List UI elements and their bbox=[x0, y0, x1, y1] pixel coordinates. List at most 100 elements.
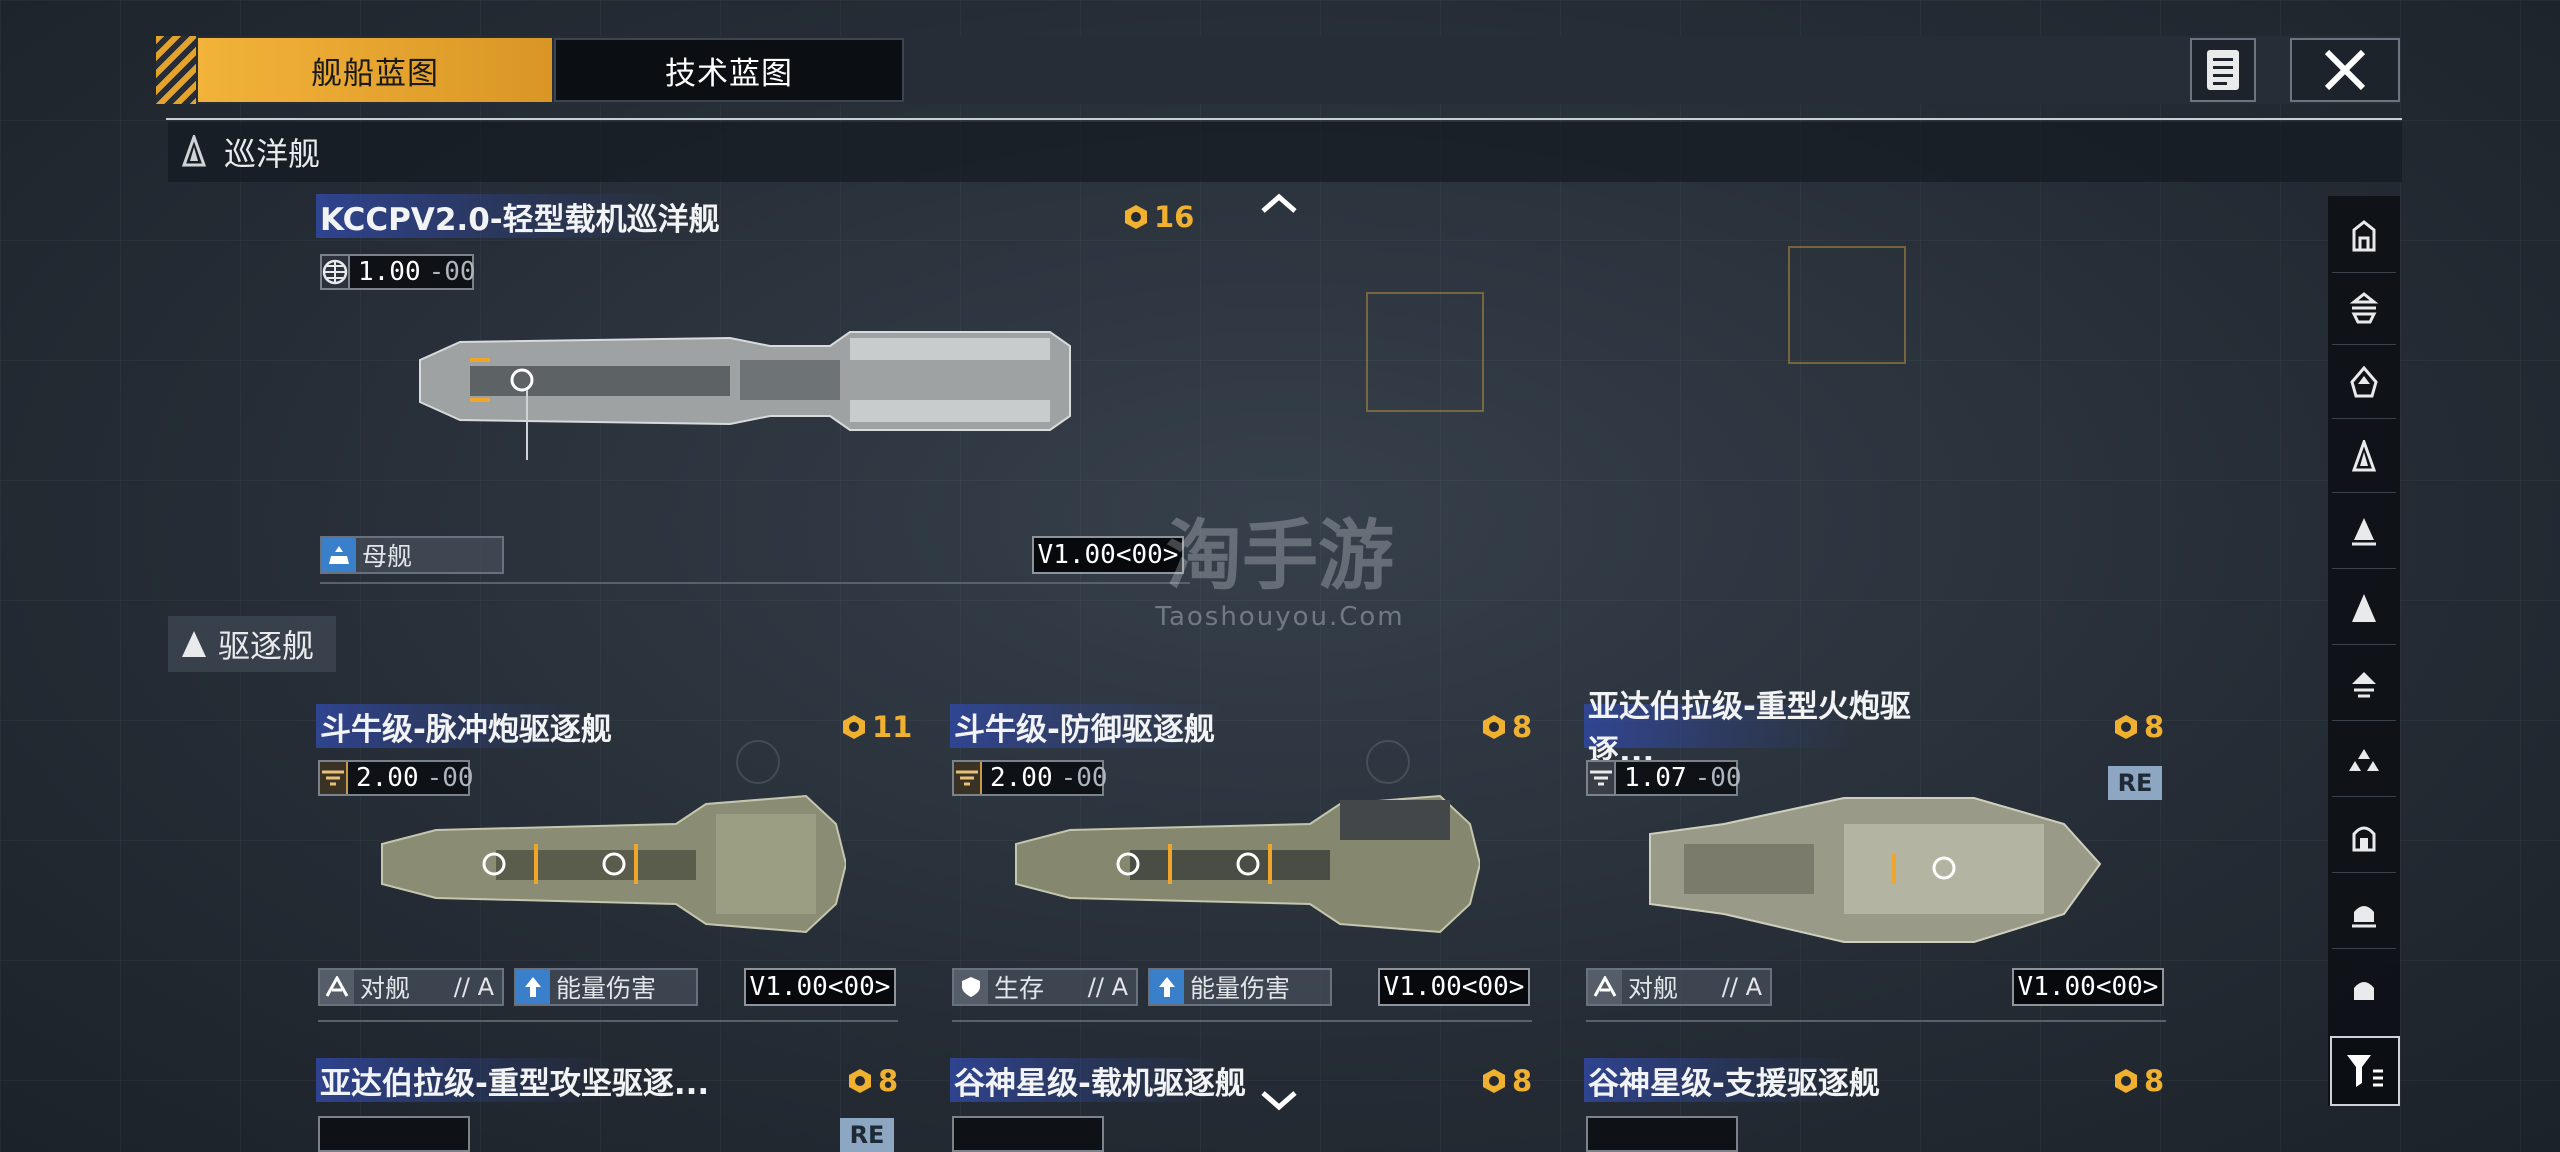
battlecruiser-class-icon bbox=[2350, 366, 2378, 398]
cost-icon bbox=[1125, 205, 1147, 229]
chevron-down-icon bbox=[1261, 1091, 1297, 1111]
filter-destroyer[interactable] bbox=[2332, 496, 2396, 569]
energy-damage-icon bbox=[516, 970, 550, 1004]
filter-battlecruiser[interactable] bbox=[2332, 346, 2396, 419]
scroll-up-button[interactable] bbox=[1256, 188, 1302, 218]
ship-cost: 11 bbox=[840, 710, 912, 744]
destroyer-class-icon bbox=[182, 631, 206, 657]
carrier-class-icon bbox=[2352, 220, 2376, 252]
filter-fighter[interactable] bbox=[2332, 724, 2396, 797]
filter-corvette[interactable] bbox=[2332, 648, 2396, 721]
cost-icon bbox=[843, 715, 865, 739]
watermark-url: Taoshouyou.Com bbox=[1155, 602, 1405, 632]
ship-image bbox=[381, 794, 846, 934]
speed-icon bbox=[320, 762, 348, 794]
ship-cost: 8 bbox=[1480, 1064, 1532, 1098]
close-button[interactable] bbox=[2290, 38, 2400, 102]
cost-value: 8 bbox=[1512, 710, 1533, 744]
re-badge: RE bbox=[840, 1118, 894, 1152]
bg-frame bbox=[1788, 246, 1906, 364]
ship-name: 亚达伯拉级-重型火炮驱逐... bbox=[1584, 689, 1968, 770]
cost-value: 8 bbox=[878, 1064, 899, 1098]
station-class-icon bbox=[2352, 826, 2376, 852]
stat-badge bbox=[318, 1116, 470, 1152]
cost-value: 8 bbox=[2144, 1064, 2165, 1098]
role-tag: 对舰 // A bbox=[318, 968, 504, 1006]
ship-card[interactable]: 谷神星级-载机驱逐舰 8 bbox=[950, 1058, 1534, 1152]
ship-cost: 16 bbox=[1122, 200, 1194, 234]
cost-value: 8 bbox=[1512, 1064, 1533, 1098]
role-tag: 生存 // A bbox=[952, 968, 1138, 1006]
globe-icon bbox=[322, 256, 350, 288]
role-grade: // A bbox=[453, 973, 494, 1001]
ship-name: 斗牛级-脉冲炮驱逐舰 bbox=[316, 704, 700, 748]
ship-name: KCCPV2.0-轻型载机巡洋舰 bbox=[316, 194, 840, 238]
card-baseline bbox=[318, 1020, 898, 1022]
ship-image bbox=[419, 331, 1071, 431]
filter-station[interactable] bbox=[2332, 800, 2396, 873]
section-header-cruiser: 巡洋舰 bbox=[168, 122, 2402, 182]
scroll-down-button[interactable] bbox=[1256, 1086, 1302, 1116]
version-badge: V1.00<00> bbox=[744, 968, 896, 1006]
filter-carrier[interactable] bbox=[2332, 200, 2396, 273]
ship-card[interactable]: 斗牛级-防御驱逐舰 8 2.00 -00 生存 // A 能量伤害 V1.00<… bbox=[950, 704, 1534, 1030]
filter-icon bbox=[2347, 1055, 2383, 1087]
battleship-class-icon bbox=[2350, 292, 2378, 324]
ship-card[interactable]: KCCPV2.0-轻型载机巡洋舰 16 1.00 -00 母舰 V1.00<00… bbox=[316, 194, 1196, 586]
role-tag: 母舰 bbox=[320, 536, 504, 574]
stat-badge: 1.00 -00 bbox=[320, 254, 476, 290]
filter-support[interactable] bbox=[2332, 876, 2396, 949]
section-header-destroyer: 驱逐舰 bbox=[168, 616, 336, 672]
ship-card[interactable]: 亚达伯拉级-重型火炮驱逐... 8 1.07 -00 RE 对舰 // A V1… bbox=[1584, 689, 2168, 1030]
cost-icon bbox=[849, 1069, 871, 1093]
role-label: 对舰 bbox=[1628, 974, 1679, 1003]
role-label: 对舰 bbox=[360, 974, 411, 1003]
fighter-class-icon bbox=[2349, 749, 2379, 771]
anti-ship-icon bbox=[320, 970, 354, 1004]
card-baseline bbox=[952, 1020, 1532, 1022]
re-badge: RE bbox=[2108, 766, 2162, 800]
card-baseline bbox=[1586, 1020, 2166, 1022]
filter-frigate[interactable] bbox=[2332, 572, 2396, 645]
chevron-up-icon bbox=[1261, 193, 1297, 213]
pointer-line bbox=[526, 390, 528, 460]
frigate-class-icon bbox=[2352, 594, 2376, 622]
support-class-icon bbox=[2352, 906, 2376, 928]
cost-icon bbox=[1483, 1069, 1505, 1093]
ship-cost: 8 bbox=[846, 1064, 898, 1098]
card-baseline bbox=[320, 582, 1190, 584]
tab-bar-accent bbox=[156, 36, 196, 104]
filter-battleship[interactable] bbox=[2332, 272, 2396, 345]
stat-badge bbox=[952, 1116, 1104, 1152]
cost-icon bbox=[2115, 1069, 2137, 1093]
ship-card[interactable]: 斗牛级-脉冲炮驱逐舰 11 2.00 -00 对舰 // A 能量伤害 V1.0… bbox=[316, 704, 912, 1030]
cruiser-class-icon bbox=[181, 135, 207, 167]
watermark-logo: 淘手游 bbox=[1166, 511, 1394, 600]
tab-ship-blueprint[interactable]: 舰船蓝图 bbox=[198, 38, 552, 102]
damage-tag: 能量伤害 bbox=[1148, 968, 1332, 1006]
ship-name: 斗牛级-防御驱逐舰 bbox=[950, 704, 1334, 748]
speed-icon bbox=[954, 762, 982, 794]
notes-button[interactable] bbox=[2190, 38, 2256, 102]
damage-label: 能量伤害 bbox=[556, 974, 657, 1003]
energy-damage-icon bbox=[1150, 970, 1184, 1004]
ship-cost: 8 bbox=[2112, 1064, 2164, 1098]
destroyer-class-icon bbox=[2352, 518, 2376, 546]
cost-icon bbox=[2115, 715, 2137, 739]
filter-button[interactable] bbox=[2330, 1036, 2400, 1106]
ship-image bbox=[1015, 794, 1480, 934]
watermark: 淘手游 Taoshouyou.Com bbox=[1150, 511, 1410, 633]
damage-tag: 能量伤害 bbox=[514, 968, 698, 1006]
stat-suffix: -00 bbox=[428, 257, 476, 287]
version-badge: V1.00<00> bbox=[1378, 968, 1530, 1006]
tab-tech-blueprint[interactable]: 技术蓝图 bbox=[554, 38, 904, 102]
ship-card[interactable]: 亚达伯拉级-重型攻坚驱逐... 8 RE bbox=[316, 1058, 900, 1152]
cost-value: 8 bbox=[2144, 710, 2165, 744]
shield-icon bbox=[954, 970, 988, 1004]
ship-name: 亚达伯拉级-重型攻坚驱逐... bbox=[316, 1058, 740, 1102]
filter-utility[interactable] bbox=[2332, 952, 2396, 1024]
ship-card[interactable]: 谷神星级-支援驱逐舰 8 bbox=[1584, 1058, 2168, 1152]
cost-icon bbox=[1483, 715, 1505, 739]
filter-cruiser[interactable] bbox=[2332, 420, 2396, 493]
role-label: 生存 bbox=[994, 974, 1045, 1003]
